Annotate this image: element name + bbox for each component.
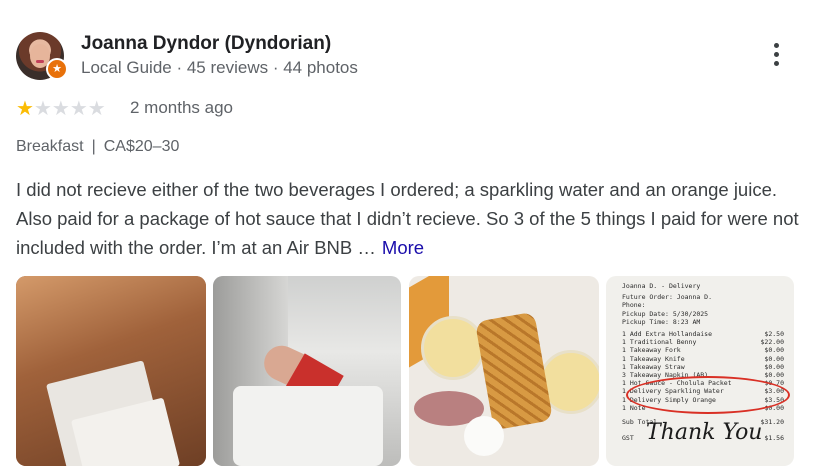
receipt-line: Future Order: Joanna D. — [622, 293, 713, 302]
receipt-line: 1 Takeaway Fork — [622, 346, 681, 355]
receipt-line: Pickup Date: 5/30/2025 — [622, 309, 709, 318]
meal-tag: Breakfast — [16, 138, 84, 155]
receipt-circle-mark — [626, 376, 790, 414]
receipt-line: 1 Traditional Benny — [622, 338, 697, 347]
review-time: 2 months ago — [130, 98, 234, 117]
review-photo-bag[interactable] — [16, 276, 206, 466]
star-icon: ★ — [16, 98, 34, 120]
receipt-line: Joanna D. - Delivery — [622, 282, 701, 290]
review-text: I did not recieve either of the two beve… — [16, 175, 806, 262]
receipt-line: 1 Takeaway Knife — [622, 354, 685, 363]
more-vert-icon[interactable] — [765, 40, 787, 72]
receipt-subtotal: $31.20 — [760, 418, 784, 427]
receipt-gst-label: GST — [622, 434, 634, 443]
avatar-lips — [36, 60, 44, 63]
star-icon: ★ — [51, 98, 70, 120]
more-button[interactable]: More — [382, 237, 424, 258]
review-photo-packet[interactable] — [213, 276, 401, 466]
receipt-lines: Joanna D. - Delivery Future Order: Joann… — [622, 282, 784, 443]
star-icon: ★ — [69, 98, 88, 120]
reviewer-name[interactable]: Joanna Dyndor (Dyndorian) — [81, 33, 331, 55]
star-icon: ★ — [87, 98, 106, 120]
receipt-line: Phone: — [622, 301, 646, 310]
review-photo-receipt[interactable]: Joanna D. - Delivery Future Order: Joann… — [606, 276, 794, 466]
star-rating: ★★★★★ — [16, 96, 106, 121]
receipt-gst: $1.56 — [764, 434, 784, 443]
local-guide-star-icon: ★ — [46, 58, 68, 80]
price-tag: CA$20–30 — [103, 138, 180, 155]
receipt-line: Pickup Time: 8:23 AM — [622, 317, 701, 326]
receipt-line: 1 Add Extra Hollandaise — [622, 330, 713, 339]
star-icon: ★ — [33, 98, 52, 120]
review-tags: Breakfast | CA$20–30 — [16, 138, 179, 156]
receipt-line: 1 Takeaway Straw — [622, 362, 685, 371]
review-photo-food[interactable] — [409, 276, 599, 466]
receipt-thanks: Thank You — [646, 420, 763, 445]
tag-separator: | — [91, 138, 96, 155]
reviewer-meta[interactable]: Local Guide · 45 reviews · 44 photos — [81, 58, 358, 78]
